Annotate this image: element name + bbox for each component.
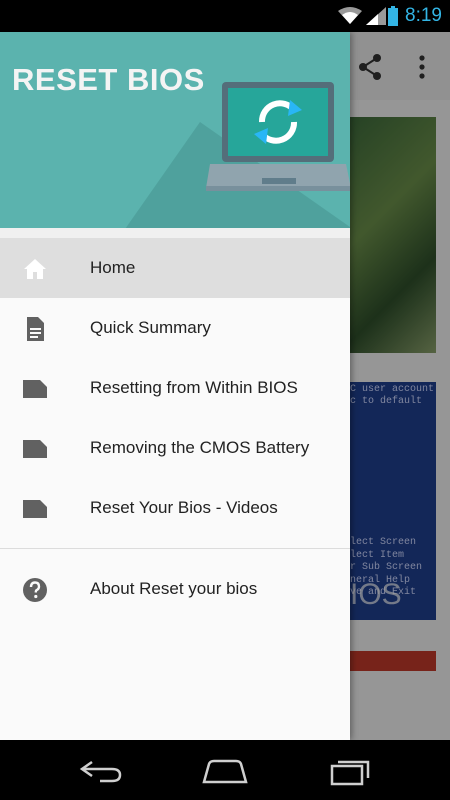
menu-item-label: About Reset your bios	[90, 579, 258, 598]
recent-apps-icon[interactable]	[328, 756, 374, 786]
status-bar: 8:19	[0, 0, 450, 32]
help-icon	[23, 578, 47, 602]
drawer-header: RESET BIOS	[0, 32, 350, 228]
menu-item-about[interactable]: About Reset your bios	[0, 559, 350, 619]
wifi-icon	[338, 7, 362, 24]
system-nav-bar	[0, 740, 450, 800]
menu-item-label: Resetting from Within BIOS	[90, 378, 298, 397]
menu-item-removing-cmos-battery[interactable]: Removing the CMOS Battery	[0, 418, 350, 478]
status-time: 8:19	[405, 5, 442, 26]
menu-item-quick-summary[interactable]: Quick Summary	[0, 298, 350, 358]
file-icon	[23, 440, 47, 458]
menu-item-resetting-within-bios[interactable]: Resetting from Within BIOS	[0, 358, 350, 418]
document-icon	[27, 317, 44, 341]
menu-item-label: Quick Summary	[90, 318, 211, 337]
drawer-menu: Home Quick Summary Resetting from Within…	[0, 238, 350, 619]
signal-icon	[366, 7, 386, 25]
menu-item-label: Home	[90, 258, 136, 277]
menu-item-label: Reset Your Bios - Videos	[90, 498, 278, 517]
home-nav-icon[interactable]	[200, 758, 250, 784]
laptop-refresh-icon	[206, 82, 350, 191]
back-icon[interactable]	[78, 758, 124, 784]
navigation-drawer: RESET BIOS Home Quick Summary Resetting …	[0, 32, 350, 740]
battery-icon	[388, 6, 398, 26]
drawer-header-title: RESET BIOS	[12, 62, 205, 97]
menu-divider	[0, 548, 350, 549]
menu-item-bios-videos[interactable]: Reset Your Bios - Videos	[0, 478, 350, 538]
home-icon	[24, 259, 46, 279]
file-icon	[23, 380, 47, 398]
menu-item-home[interactable]: Home	[0, 238, 350, 298]
menu-item-label: Removing the CMOS Battery	[90, 438, 310, 457]
file-icon	[23, 500, 47, 518]
